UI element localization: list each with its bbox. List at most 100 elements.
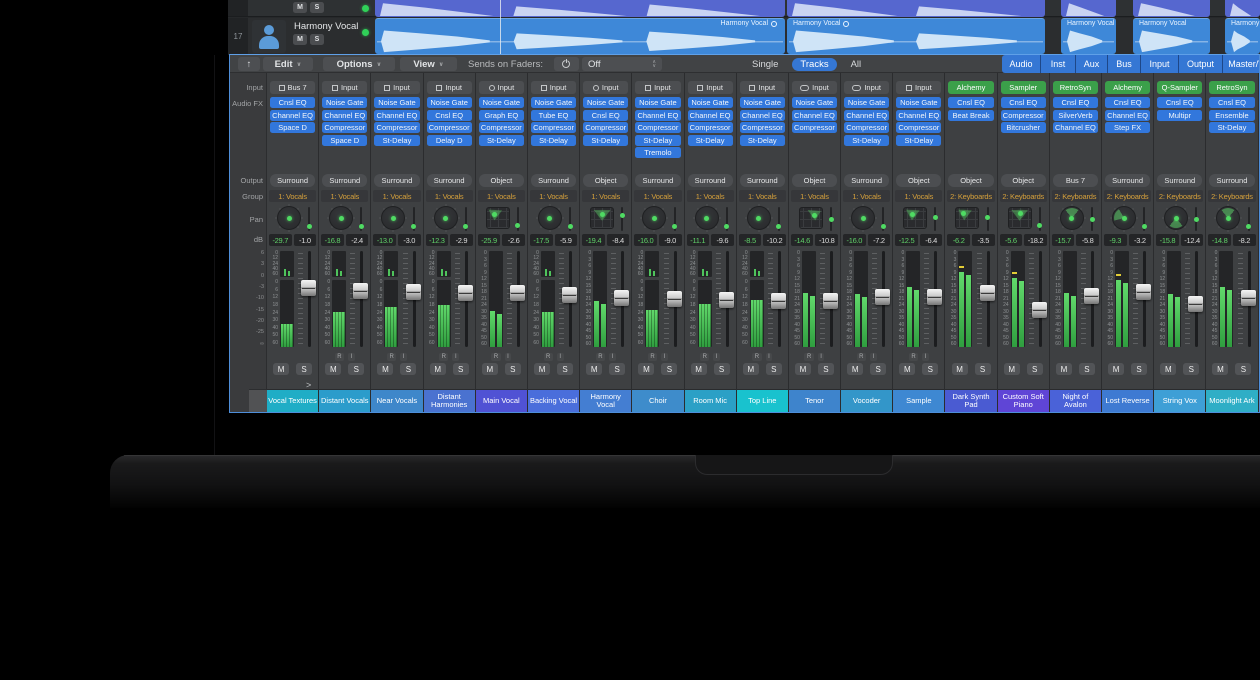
group-label[interactable]: 2: Keyboards: [947, 190, 994, 202]
input-button[interactable]: Input: [740, 81, 785, 94]
fader-value-display[interactable]: -2.6: [502, 234, 525, 246]
fx-slot[interactable]: Space D: [270, 122, 315, 133]
pan-mini-slider[interactable]: [1248, 207, 1250, 231]
audio-region[interactable]: Harmony Vocal: [787, 18, 1045, 54]
solo-button[interactable]: S: [1131, 363, 1147, 375]
track-name-label[interactable]: Dark Synth Pad: [945, 389, 996, 412]
fader-cap[interactable]: [980, 285, 995, 301]
group-label[interactable]: 2: Keyboards: [1208, 190, 1255, 202]
output-button[interactable]: Surround: [374, 174, 419, 187]
group-label[interactable]: 2: Keyboards: [1104, 190, 1151, 202]
fx-slot[interactable]: Noise Gate: [635, 97, 680, 108]
fx-slot[interactable]: Channel EQ: [270, 110, 315, 121]
fader-value-display[interactable]: -10.8: [815, 234, 838, 246]
fx-slot[interactable]: Noise Gate: [374, 97, 419, 108]
peak-level-display[interactable]: -6.2: [947, 234, 970, 246]
record-enable-button[interactable]: R: [335, 353, 344, 361]
peak-level-display[interactable]: -11.1: [687, 234, 710, 246]
fader-value-display[interactable]: -5.9: [555, 234, 578, 246]
fx-slot[interactable]: St-Delay: [635, 135, 680, 146]
fx-slot[interactable]: Tube EQ: [531, 110, 576, 121]
fx-slot[interactable]: St-Delay: [479, 135, 524, 146]
pan-mini-slider[interactable]: [987, 207, 989, 231]
peak-level-display[interactable]: -15.8: [1156, 234, 1179, 246]
output-button[interactable]: Surround: [688, 174, 733, 187]
fader-cap[interactable]: [1188, 296, 1203, 312]
output-button[interactable]: Surround: [1157, 174, 1202, 187]
pan-knob[interactable]: [642, 206, 666, 230]
fader[interactable]: [1237, 251, 1257, 347]
fader[interactable]: [349, 251, 369, 347]
peak-level-display[interactable]: -16.8: [321, 234, 344, 246]
mute-button[interactable]: M: [586, 363, 602, 375]
pan-pad[interactable]: [799, 207, 823, 229]
fader[interactable]: [1080, 251, 1100, 347]
fader-cap[interactable]: [823, 293, 838, 309]
solo-button[interactable]: S: [348, 363, 364, 375]
mute-button[interactable]: M: [325, 363, 341, 375]
group-label[interactable]: 1: Vocals: [895, 190, 942, 202]
record-enable-button[interactable]: R: [544, 353, 553, 361]
track-name-label[interactable]: Top Line: [737, 389, 788, 412]
peak-level-display[interactable]: -13.0: [373, 234, 396, 246]
pan-knob[interactable]: [851, 206, 875, 230]
menu-options[interactable]: Options∨: [323, 57, 395, 71]
solo-button[interactable]: S: [975, 363, 991, 375]
mute-button[interactable]: M: [293, 2, 307, 13]
mute-button[interactable]: M: [691, 363, 707, 375]
output-button[interactable]: Object: [896, 174, 941, 187]
fader[interactable]: [454, 251, 474, 347]
solo-button[interactable]: S: [310, 2, 324, 13]
sends-mode-select[interactable]: Off ∧∨: [582, 57, 662, 71]
group-label[interactable]: 1: Vocals: [634, 190, 681, 202]
fader-value-display[interactable]: -6.4: [920, 234, 943, 246]
mute-button[interactable]: M: [638, 363, 654, 375]
input-button[interactable]: Input: [688, 81, 733, 94]
fader[interactable]: [506, 251, 526, 347]
peak-level-display[interactable]: -12.5: [895, 234, 918, 246]
solo-button[interactable]: S: [1027, 363, 1043, 375]
fx-slot[interactable]: Cnsl EQ: [270, 97, 315, 108]
fader[interactable]: [1028, 251, 1048, 347]
fader[interactable]: [558, 251, 578, 347]
peak-level-display[interactable]: -16.0: [843, 234, 866, 246]
fader[interactable]: [297, 251, 317, 347]
pan-mini-slider[interactable]: [882, 207, 884, 231]
fx-slot[interactable]: Cnsl EQ: [1105, 97, 1150, 108]
solo-button[interactable]: S: [505, 363, 521, 375]
pan-pad[interactable]: [1008, 207, 1032, 229]
pan-knob[interactable]: [434, 206, 458, 230]
fx-slot[interactable]: St-Delay: [844, 135, 889, 146]
audio-region-partial[interactable]: [1225, 0, 1260, 17]
output-button[interactable]: Object: [1001, 174, 1046, 187]
pan-mini-slider[interactable]: [934, 207, 936, 231]
record-enable-button[interactable]: R: [909, 353, 918, 361]
track-name-label[interactable]: Night of Avalon: [1050, 389, 1101, 412]
fx-slot[interactable]: Channel EQ: [1105, 110, 1150, 121]
fader-cap[interactable]: [1084, 288, 1099, 304]
group-label[interactable]: 2: Keyboards: [1052, 190, 1099, 202]
menu-edit[interactable]: Edit∨: [263, 57, 313, 71]
playhead[interactable]: [500, 0, 501, 55]
fx-slot[interactable]: Noise Gate: [479, 97, 524, 108]
output-button[interactable]: Surround: [1209, 174, 1254, 187]
fx-slot[interactable]: Noise Gate: [531, 97, 576, 108]
fx-slot[interactable]: Compressor: [740, 122, 785, 133]
fader-value-display[interactable]: -3.0: [398, 234, 421, 246]
input-monitor-button[interactable]: I: [713, 353, 720, 361]
fader[interactable]: [715, 251, 735, 347]
fx-slot[interactable]: Noise Gate: [583, 97, 628, 108]
fx-slot[interactable]: St-Delay: [688, 135, 733, 146]
group-label[interactable]: 1: Vocals: [530, 190, 577, 202]
fader[interactable]: [871, 251, 891, 347]
peak-level-display[interactable]: -14.6: [791, 234, 814, 246]
record-enable-button[interactable]: R: [439, 353, 448, 361]
fader-value-display[interactable]: -9.0: [659, 234, 682, 246]
output-button[interactable]: Object: [479, 174, 524, 187]
mute-button[interactable]: M: [952, 363, 968, 375]
pan-knob[interactable]: [1112, 206, 1136, 230]
output-button[interactable]: Surround: [427, 174, 472, 187]
fx-slot[interactable]: Space D: [322, 135, 367, 146]
fx-slot[interactable]: Graph EQ: [479, 110, 524, 121]
pan-mini-slider[interactable]: [413, 207, 415, 231]
